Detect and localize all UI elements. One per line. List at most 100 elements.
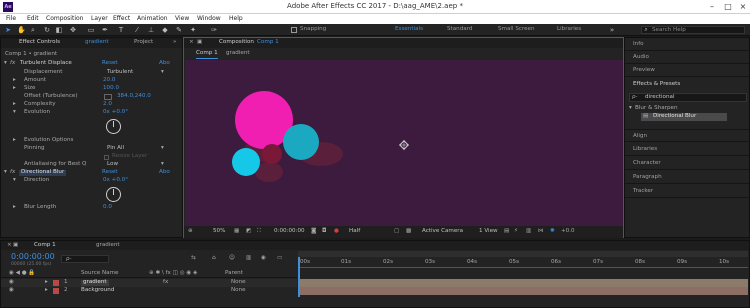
pan-behind-tool-icon[interactable]: ✥ bbox=[69, 26, 77, 34]
paragraph-panel[interactable]: Paragraph bbox=[625, 171, 749, 184]
chevron-down-icon[interactable]: ▾ bbox=[161, 161, 164, 168]
amount-value[interactable]: 20.0 bbox=[103, 77, 115, 84]
expand-arrow-icon[interactable]: ▸ bbox=[13, 137, 16, 144]
tab-effect-controls[interactable]: Effect Controls bbox=[19, 39, 60, 46]
timeline-tab-gradient[interactable]: gradient bbox=[96, 242, 120, 249]
timeline-search-field[interactable]: ρ- bbox=[61, 255, 109, 263]
work-area-bar[interactable] bbox=[298, 251, 748, 257]
layer-name[interactable]: gradient bbox=[81, 279, 109, 286]
exposure-value[interactable]: +0.0 bbox=[561, 228, 575, 235]
displacement-dropdown[interactable]: Turbulent bbox=[107, 69, 133, 76]
composition-viewer[interactable] bbox=[185, 60, 623, 226]
effects-result-item[interactable]: ▤ Directional Blur bbox=[641, 113, 727, 121]
show-snapshot-icon[interactable]: ◘ bbox=[322, 228, 326, 235]
current-time-indicator[interactable] bbox=[298, 257, 300, 297]
timeline-icon[interactable]: ▥ bbox=[526, 228, 531, 235]
rectangle-tool-icon[interactable]: ▭ bbox=[87, 26, 95, 34]
close-icon[interactable]: × bbox=[735, 1, 750, 13]
fullscreen-icon[interactable]: ⛶ bbox=[257, 228, 261, 235]
menu-effect[interactable]: Effect bbox=[113, 16, 130, 22]
menu-help[interactable]: Help bbox=[229, 16, 243, 22]
parent-dropdown[interactable]: None bbox=[231, 279, 246, 286]
rotate-tool-icon[interactable]: ↻ bbox=[43, 26, 51, 34]
source-name-header[interactable]: Source Name bbox=[81, 270, 119, 277]
flowchart-icon[interactable]: ⋈ bbox=[538, 228, 544, 235]
fx-icon[interactable]: fx bbox=[10, 169, 15, 176]
evolution-dial[interactable] bbox=[106, 119, 121, 134]
selection-tool-icon[interactable]: ➤ bbox=[4, 26, 12, 34]
audio-panel[interactable]: Audio bbox=[625, 51, 749, 64]
menu-view[interactable]: View bbox=[175, 16, 189, 22]
roto-brush-tool-icon[interactable]: ✎ bbox=[175, 26, 183, 34]
workspace-libraries[interactable]: Libraries bbox=[557, 26, 581, 33]
parent-dropdown[interactable]: None bbox=[231, 287, 246, 294]
color-channel-icon[interactable]: ● bbox=[334, 228, 339, 235]
table-row[interactable]: ◉ ▸ 2 Background None bbox=[1, 287, 297, 295]
type-tool-icon[interactable]: T bbox=[117, 26, 125, 34]
mask-icon[interactable]: ◩ bbox=[246, 228, 251, 235]
toggle-pixel-icon[interactable]: ▤ bbox=[504, 228, 509, 235]
minimize-icon[interactable]: – bbox=[704, 1, 720, 13]
menu-animation[interactable]: Animation bbox=[137, 16, 168, 22]
offset-value[interactable]: 384.0,240.0 bbox=[117, 93, 151, 100]
close-icon[interactable]: × bbox=[7, 242, 12, 249]
layer-bar-gradient[interactable] bbox=[298, 279, 748, 287]
menu-window[interactable]: Window bbox=[197, 16, 221, 22]
reset-button[interactable]: Reset bbox=[102, 60, 118, 67]
about-button[interactable]: Abo bbox=[159, 60, 170, 67]
effects-category[interactable]: ▾ Blur & Sharpen bbox=[629, 105, 747, 113]
effects-search-field[interactable]: ρ- directional bbox=[629, 93, 747, 102]
menu-file[interactable]: File bbox=[6, 16, 16, 22]
blur-length-value[interactable]: 0.0 bbox=[103, 204, 112, 211]
camera-tool-icon[interactable]: ◧ bbox=[55, 26, 63, 34]
lock-icon[interactable]: ▣ bbox=[197, 39, 202, 46]
crosshair-icon[interactable] bbox=[104, 94, 112, 100]
eraser-tool-icon[interactable]: ◆ bbox=[161, 26, 169, 34]
magnification-icon[interactable]: ⊕ bbox=[188, 228, 193, 235]
workspace-small-screen[interactable]: Small Screen bbox=[498, 26, 535, 33]
complexity-value[interactable]: 2.0 bbox=[103, 101, 112, 108]
preview-panel[interactable]: Preview bbox=[625, 64, 749, 77]
menu-layer[interactable]: Layer bbox=[91, 16, 108, 22]
layer-bar-background[interactable] bbox=[298, 287, 748, 295]
expand-arrow-icon[interactable]: ▾ bbox=[4, 169, 7, 176]
expand-arrow-icon[interactable]: ▸ bbox=[13, 85, 16, 92]
libraries-panel[interactable]: Libraries bbox=[625, 143, 749, 156]
anchor-point-icon[interactable] bbox=[399, 140, 409, 150]
direction-dial[interactable] bbox=[106, 187, 121, 202]
size-value[interactable]: 100.0 bbox=[103, 85, 119, 92]
expand-arrow-icon[interactable]: ▾ bbox=[13, 109, 16, 116]
layer-name[interactable]: Background bbox=[81, 287, 114, 294]
search-help-field[interactable]: ⌕ Search Help bbox=[641, 26, 745, 34]
region-of-interest-icon[interactable]: ▢ bbox=[394, 228, 399, 235]
label-color-swatch[interactable] bbox=[53, 280, 59, 286]
pin-tool-icon[interactable]: ✑ bbox=[210, 26, 218, 34]
snapshot-icon[interactable]: ◙ bbox=[311, 228, 316, 235]
fast-preview-icon[interactable]: ⚡ bbox=[514, 228, 518, 235]
current-time[interactable]: 0:00:00:00 bbox=[274, 228, 305, 235]
menu-composition[interactable]: Composition bbox=[46, 16, 83, 22]
pinning-dropdown[interactable]: Pin All bbox=[107, 145, 124, 152]
puppet-pin-tool-icon[interactable]: ✦ bbox=[189, 26, 197, 34]
pen-tool-icon[interactable]: ✒ bbox=[101, 26, 109, 34]
visibility-icon[interactable]: ◉ bbox=[9, 287, 14, 294]
table-row[interactable]: ◉ ▸ 1 gradient fx None bbox=[1, 279, 297, 287]
expand-arrow-icon[interactable]: ▾ bbox=[4, 60, 7, 67]
resize-layer-checkbox[interactable] bbox=[104, 155, 109, 160]
expand-arrow-icon[interactable]: ▸ bbox=[45, 287, 48, 294]
comp-flowchart-icon[interactable]: ⇆ bbox=[191, 255, 196, 262]
resolution-dropdown[interactable]: Half bbox=[349, 228, 360, 235]
character-panel[interactable]: Character bbox=[625, 157, 749, 170]
tracker-panel[interactable]: Tracker bbox=[625, 185, 749, 198]
shy-icon[interactable]: ☺ bbox=[229, 255, 235, 262]
timeline-timecode[interactable]: 0:00:00:00 bbox=[11, 253, 55, 261]
effects-presets-panel[interactable]: Effects & Presets bbox=[625, 78, 749, 91]
fx-icon[interactable]: fx bbox=[10, 60, 15, 67]
motion-blur-icon[interactable]: ◉ bbox=[261, 255, 266, 262]
direction-value[interactable]: 0x +0.0° bbox=[103, 177, 128, 184]
exposure-icon[interactable]: ✺ bbox=[550, 228, 555, 235]
expand-arrow-icon[interactable]: ▾ bbox=[13, 177, 16, 184]
expand-arrow-icon[interactable]: ▸ bbox=[13, 77, 16, 84]
expand-arrow-icon[interactable]: ▸ bbox=[45, 279, 48, 286]
menu-edit[interactable]: Edit bbox=[27, 16, 39, 22]
